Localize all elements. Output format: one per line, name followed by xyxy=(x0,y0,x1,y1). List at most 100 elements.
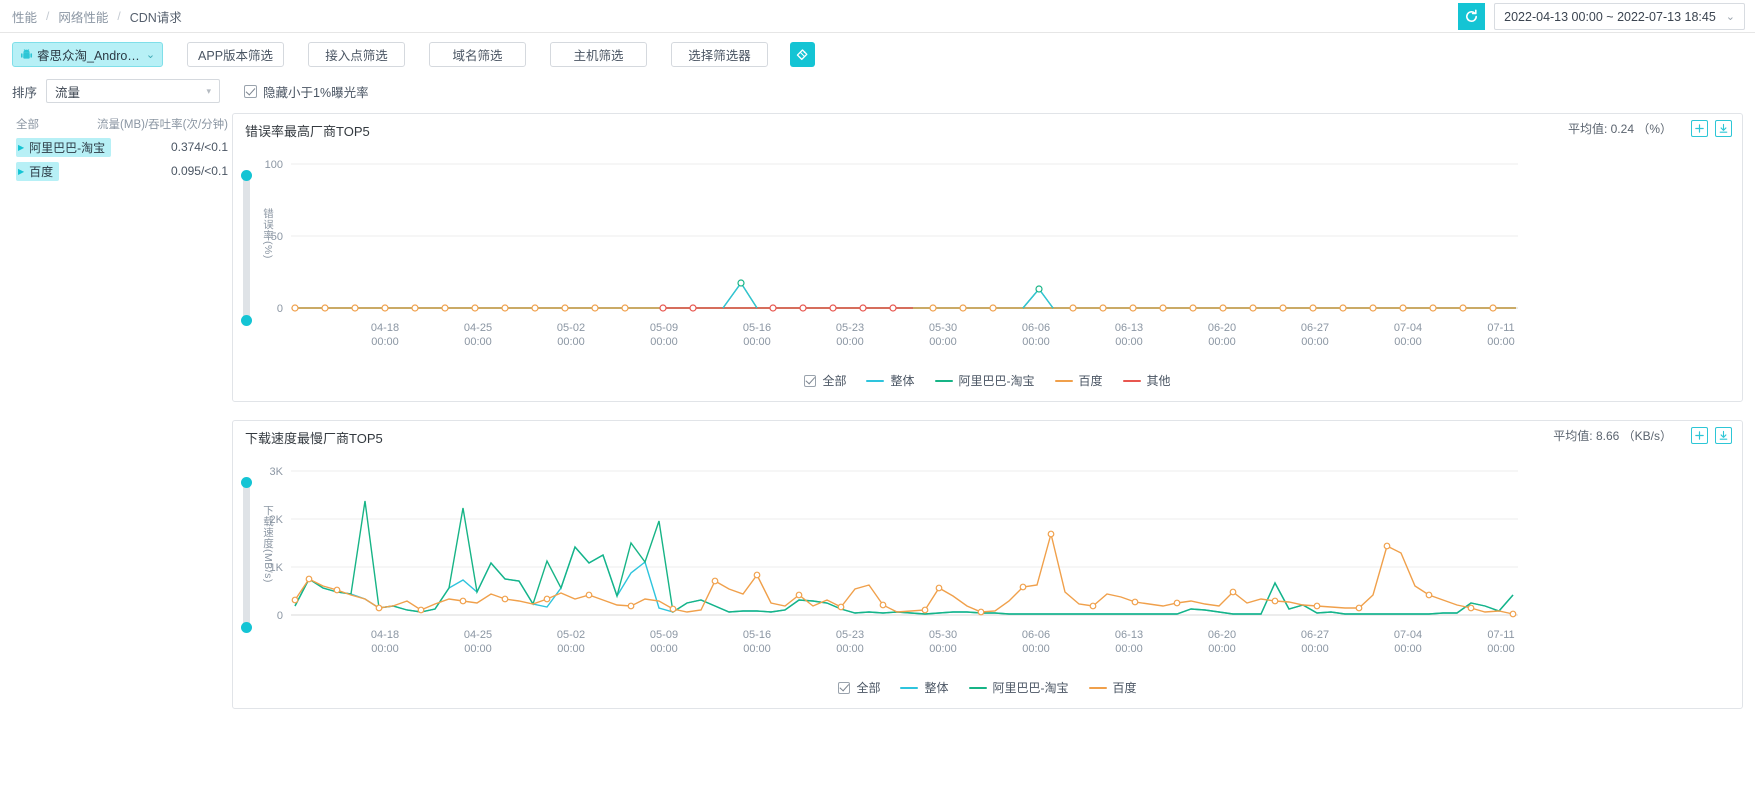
breadcrumb-separator: / xyxy=(117,9,120,23)
svg-text:05-30: 05-30 xyxy=(929,322,957,334)
svg-text:05-16: 05-16 xyxy=(743,629,771,641)
average-value: 平均值: 8.66 （KB/s） xyxy=(1553,427,1672,444)
svg-text:06-06: 06-06 xyxy=(1022,629,1050,641)
legend-label: 百度 xyxy=(1113,679,1137,696)
svg-text:00:00: 00:00 xyxy=(1022,643,1050,655)
range-slider-handle-bottom[interactable] xyxy=(241,622,252,633)
legend-item-other[interactable]: 其他 xyxy=(1123,372,1171,389)
average-value: 平均值: 0.24 （%） xyxy=(1568,120,1672,137)
svg-text:07-11: 07-11 xyxy=(1487,629,1514,641)
download-icon[interactable] xyxy=(1715,120,1732,137)
svg-text:00:00: 00:00 xyxy=(743,336,771,348)
list-item[interactable]: ▶ 阿里巴巴-淘宝 0.374/<0.1 xyxy=(12,137,232,157)
filter-selector-button[interactable]: 选择筛选器 xyxy=(671,42,768,67)
vendor-chip-baidu[interactable]: ▶ 百度 xyxy=(16,162,59,181)
date-range-zone: 2022-04-13 00:00 ~ 2022-07-13 18:45 ⌄ xyxy=(1458,3,1745,30)
svg-text:00:00: 00:00 xyxy=(1301,336,1329,348)
legend-item-baidu[interactable]: 百度 xyxy=(1055,372,1103,389)
legend-item-baidu[interactable]: 百度 xyxy=(1089,679,1137,696)
breadcrumb-item-network-performance[interactable]: 网络性能 xyxy=(58,7,108,26)
legend-swatch xyxy=(969,687,987,689)
filter-host-button[interactable]: 主机筛选 xyxy=(550,42,647,67)
chevron-down-icon: ⌄ xyxy=(140,48,155,61)
tag-icon[interactable] xyxy=(790,42,815,67)
svg-text:00:00: 00:00 xyxy=(1208,643,1236,655)
svg-text:06-20: 06-20 xyxy=(1208,629,1236,641)
svg-text:00:00: 00:00 xyxy=(1208,336,1236,348)
breadcrumb-item-performance[interactable]: 性能 xyxy=(12,7,37,26)
svg-text:06-06: 06-06 xyxy=(1022,322,1050,334)
svg-text:00:00: 00:00 xyxy=(371,336,399,348)
svg-text:05-02: 05-02 xyxy=(557,322,585,334)
svg-text:04-25: 04-25 xyxy=(464,322,492,334)
legend-item-alibaba[interactable]: 阿里巴巴-淘宝 xyxy=(935,372,1035,389)
legend-item-all[interactable]: 全部 xyxy=(804,372,846,389)
svg-text:100: 100 xyxy=(265,159,283,171)
expand-icon[interactable] xyxy=(1691,427,1708,444)
app-selector[interactable]: 睿思众淘_Andro… ⌄ xyxy=(12,42,163,67)
vertical-range-slider[interactable] xyxy=(243,481,250,629)
legend-swatch xyxy=(1089,687,1107,689)
vendor-list-header-left: 全部 xyxy=(16,116,39,132)
triangle-right-icon: ▶ xyxy=(18,143,24,152)
svg-text:00:00: 00:00 xyxy=(1487,336,1515,348)
legend-error-rate: 全部 整体 阿里巴巴-淘宝 百度 其他 xyxy=(233,366,1742,401)
svg-text:04-18: 04-18 xyxy=(371,629,399,641)
legend-label: 整体 xyxy=(890,372,914,389)
vertical-range-slider[interactable] xyxy=(243,174,250,322)
vendor-list-header-right: 流量(MB)/吞吐率(次/分钟) xyxy=(97,116,228,132)
filter-toolbar: 睿思众淘_Andro… ⌄ APP版本筛选 接入点筛选 域名筛选 主机筛选 选择… xyxy=(0,37,1755,72)
range-slider-handle-top[interactable] xyxy=(241,170,252,181)
svg-text:04-18: 04-18 xyxy=(371,322,399,334)
refresh-icon[interactable] xyxy=(1458,3,1485,30)
legend-label: 百度 xyxy=(1079,372,1103,389)
legend-label: 全部 xyxy=(822,372,846,389)
hide-below-1pct-checkbox[interactable]: 隐藏小于1%曝光率 xyxy=(244,82,369,101)
svg-text:00:00: 00:00 xyxy=(743,643,771,655)
card-error-rate-top5: 错误率最高厂商TOP5 平均值: 0.24 （%） 错误率(%) xyxy=(232,113,1743,402)
legend-item-all[interactable]: 全部 xyxy=(838,679,880,696)
legend-item-overall[interactable]: 整体 xyxy=(866,372,914,389)
legend-swatch xyxy=(935,380,953,382)
svg-text:07-04: 07-04 xyxy=(1394,629,1422,641)
svg-text:06-13: 06-13 xyxy=(1115,629,1143,641)
list-item[interactable]: ▶ 百度 0.095/<0.1 xyxy=(12,161,232,181)
svg-text:00:00: 00:00 xyxy=(1301,643,1329,655)
legend-item-alibaba[interactable]: 阿里巴巴-淘宝 xyxy=(969,679,1069,696)
sort-select[interactable]: 流量 ▾ xyxy=(46,79,220,103)
svg-text:00:00: 00:00 xyxy=(464,336,492,348)
checkbox-icon xyxy=(804,375,816,387)
vendor-name: 阿里巴巴-淘宝 xyxy=(29,139,105,156)
sort-toolbar: 排序 流量 ▾ 隐藏小于1%曝光率 xyxy=(0,75,1755,107)
date-range-picker[interactable]: 2022-04-13 00:00 ~ 2022-07-13 18:45 ⌄ xyxy=(1494,3,1745,30)
svg-text:05-09: 05-09 xyxy=(650,629,678,641)
range-slider-handle-bottom[interactable] xyxy=(241,315,252,326)
svg-text:06-27: 06-27 xyxy=(1301,629,1329,641)
download-icon[interactable] xyxy=(1715,427,1732,444)
vendor-chip-alibaba[interactable]: ▶ 阿里巴巴-淘宝 xyxy=(16,138,111,157)
card-header: 下载速度最慢厂商TOP5 平均值: 8.66 （KB/s） xyxy=(233,421,1742,453)
range-slider-handle-top[interactable] xyxy=(241,477,252,488)
svg-text:00:00: 00:00 xyxy=(929,643,957,655)
svg-text:05-02: 05-02 xyxy=(557,629,585,641)
svg-text:0: 0 xyxy=(277,610,283,622)
svg-text:00:00: 00:00 xyxy=(1022,336,1050,348)
svg-text:00:00: 00:00 xyxy=(929,336,957,348)
legend-label: 整体 xyxy=(924,679,948,696)
breadcrumb-item-cdn-request: CDN请求 xyxy=(130,7,182,26)
card-download-speed-top5: 下载速度最慢厂商TOP5 平均值: 8.66 （KB/s） 下载速度(MB/ xyxy=(232,420,1743,709)
legend-item-overall[interactable]: 整体 xyxy=(900,679,948,696)
svg-text:00:00: 00:00 xyxy=(836,643,864,655)
filter-access-point-button[interactable]: 接入点筛选 xyxy=(308,42,405,67)
sort-label: 排序 xyxy=(12,82,37,101)
expand-icon[interactable] xyxy=(1691,120,1708,137)
filter-domain-button[interactable]: 域名筛选 xyxy=(429,42,526,67)
filter-app-version-button[interactable]: APP版本筛选 xyxy=(187,42,284,67)
card-tools: 平均值: 8.66 （KB/s） xyxy=(1553,427,1732,444)
chevron-down-icon: ⌄ xyxy=(1726,10,1735,23)
legend-swatch xyxy=(1123,380,1141,382)
svg-text:00:00: 00:00 xyxy=(836,336,864,348)
card-header: 错误率最高厂商TOP5 平均值: 0.24 （%） xyxy=(233,114,1742,146)
legend-label: 全部 xyxy=(856,679,880,696)
svg-text:00:00: 00:00 xyxy=(650,643,678,655)
